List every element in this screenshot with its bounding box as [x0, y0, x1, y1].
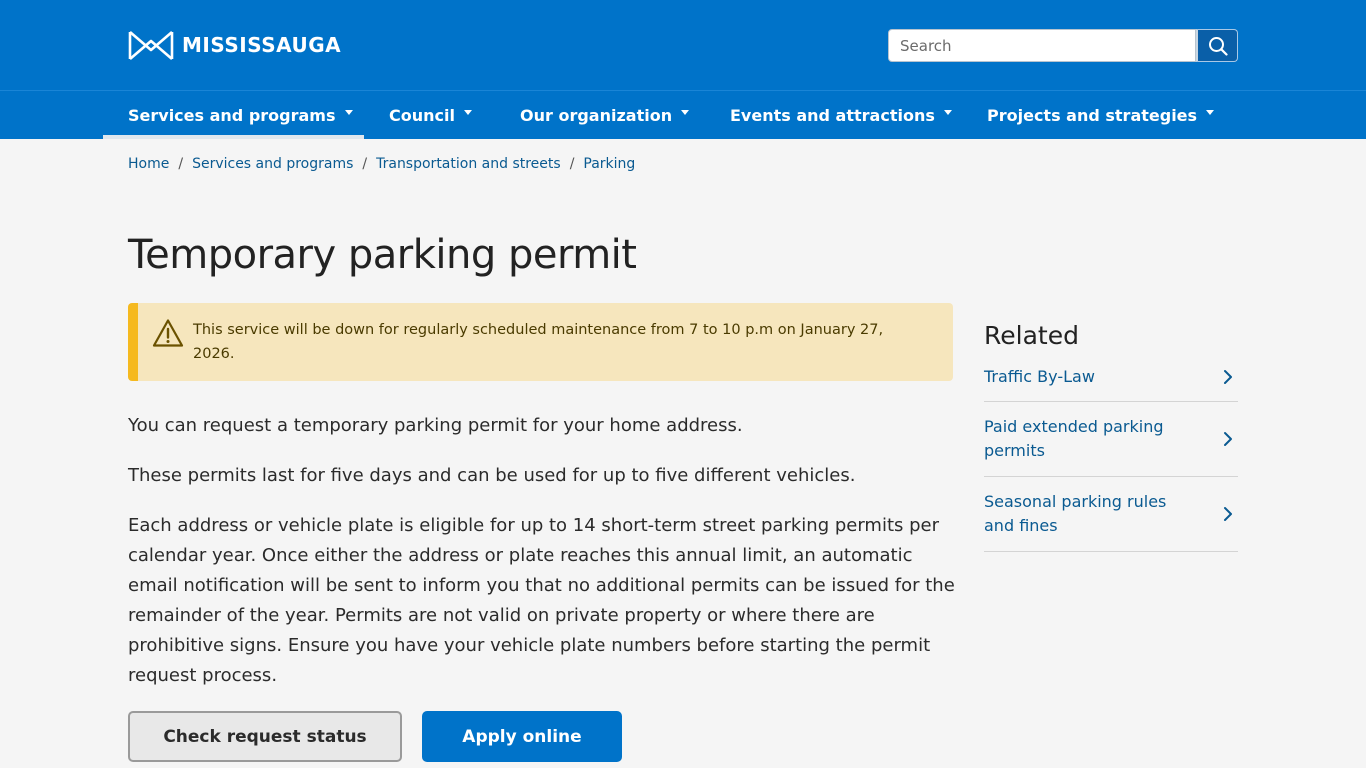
- nav-item-services-and-programs[interactable]: Services and programs: [128, 91, 353, 139]
- warning-icon: [152, 319, 184, 347]
- search-button[interactable]: [1196, 29, 1238, 62]
- nav-item-projects-and-strategies[interactable]: Projects and strategies: [987, 91, 1215, 139]
- site-header: MISSISSAUGA: [0, 0, 1366, 90]
- chevron-right-icon: [1224, 432, 1232, 446]
- main-nav: Services and programs Council Our organi…: [0, 90, 1366, 139]
- nav-item-label: Projects and strategies: [987, 105, 1198, 125]
- page-title: Temporary parking permit: [128, 232, 637, 278]
- nav-item-label: Our organization: [520, 105, 673, 125]
- nav-item-council[interactable]: Council: [389, 91, 472, 139]
- duration-paragraph: These permits last for five days and can…: [128, 465, 856, 486]
- search-form: [888, 29, 1238, 62]
- related-link-label: Seasonal parking rules and fines: [984, 492, 1167, 535]
- search-icon: [1208, 36, 1228, 56]
- nav-item-label: Council: [389, 105, 455, 125]
- breadcrumb-home[interactable]: Home: [128, 156, 169, 172]
- breadcrumb-separator: /: [569, 156, 575, 172]
- chevron-right-icon: [1224, 507, 1232, 521]
- caret-down-icon: [943, 109, 952, 115]
- breadcrumb-parking[interactable]: Parking: [583, 156, 635, 172]
- related-links: Traffic By-Law Paid extended parking per…: [984, 352, 1238, 552]
- intro-paragraph: You can request a temporary parking perm…: [128, 415, 743, 436]
- site-logo[interactable]: MISSISSAUGA: [128, 29, 341, 61]
- caret-down-icon: [1206, 109, 1215, 115]
- nav-active-indicator: [103, 135, 364, 139]
- caret-down-icon: [344, 109, 353, 115]
- related-link-label: Traffic By-Law: [984, 366, 1095, 386]
- related-heading: Related: [984, 321, 1079, 350]
- breadcrumb-separator: /: [178, 156, 184, 172]
- caret-down-icon: [681, 109, 690, 115]
- alert-text: This service will be down for regularly …: [193, 322, 884, 362]
- breadcrumb-transportation-and-streets[interactable]: Transportation and streets: [376, 156, 561, 172]
- apply-online-button[interactable]: Apply online: [422, 711, 622, 762]
- related-link-label: Paid extended parking permits: [984, 417, 1164, 460]
- mississauga-logo-icon: [128, 30, 174, 60]
- search-input[interactable]: [888, 29, 1196, 62]
- nav-item-events-and-attractions[interactable]: Events and attractions: [730, 91, 952, 139]
- chevron-right-icon: [1224, 369, 1232, 384]
- related-link-paid-extended-parking-permits[interactable]: Paid extended parking permits: [984, 402, 1238, 477]
- nav-item-our-organization[interactable]: Our organization: [520, 91, 690, 139]
- related-link-seasonal-parking-rules[interactable]: Seasonal parking rules and fines: [984, 477, 1238, 552]
- related-link-traffic-by-law[interactable]: Traffic By-Law: [984, 352, 1238, 402]
- eligibility-paragraph: Each address or vehicle plate is eligibl…: [128, 515, 955, 686]
- breadcrumb: Home / Services and programs / Transport…: [128, 155, 635, 173]
- nav-item-label: Services and programs: [128, 105, 336, 125]
- check-request-status-button[interactable]: Check request status: [128, 711, 402, 762]
- logo-text: MISSISSAUGA: [182, 33, 342, 57]
- maintenance-alert: This service will be down for regularly …: [128, 303, 953, 381]
- nav-item-label: Events and attractions: [730, 105, 935, 125]
- breadcrumb-separator: /: [362, 156, 368, 172]
- breadcrumb-services-and-programs[interactable]: Services and programs: [192, 156, 353, 172]
- caret-down-icon: [463, 109, 472, 115]
